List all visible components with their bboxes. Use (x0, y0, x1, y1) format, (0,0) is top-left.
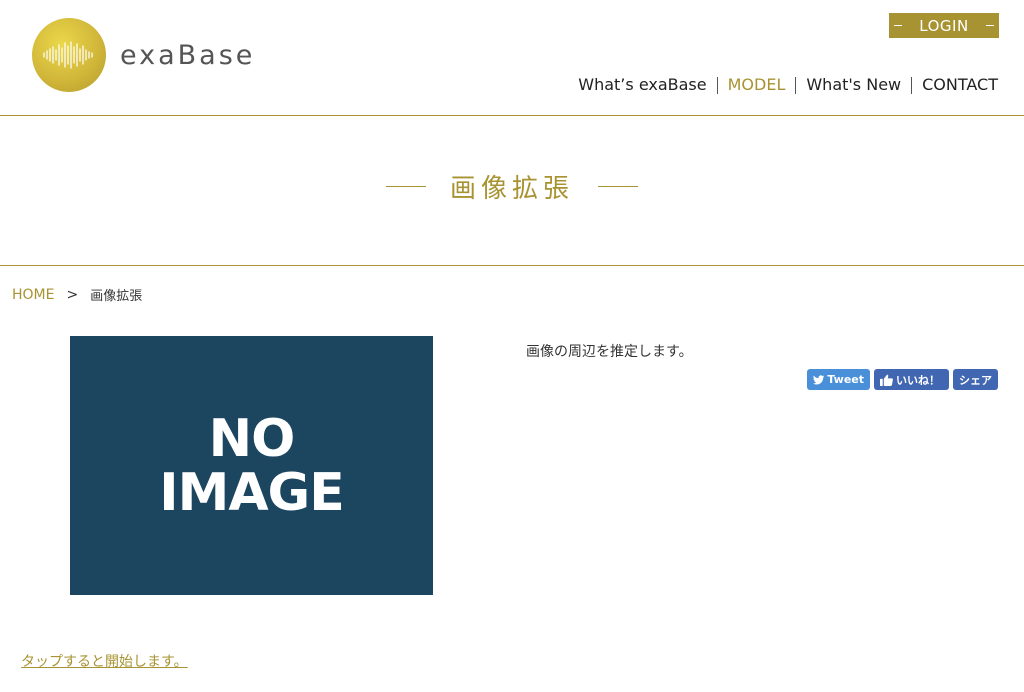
site-logo[interactable]: exaBase (32, 18, 255, 92)
title-decor-line (598, 186, 638, 187)
nav-item-whats-exabase[interactable]: What’s exaBase (568, 76, 716, 94)
breadcrumb-home-link[interactable]: HOME (12, 287, 54, 303)
nav-item-model[interactable]: MODEL (718, 76, 796, 94)
login-label: LOGIN (919, 16, 969, 35)
social-buttons: Tweet いいね！ シェア (807, 369, 998, 390)
thumbs-up-icon (880, 374, 893, 386)
soundwave-logo-icon (32, 18, 106, 92)
main-nav: What’s exaBase MODEL What's New CONTACT (568, 76, 998, 94)
title-decor-line (385, 186, 426, 187)
no-image-text-line1: NO (208, 408, 296, 469)
tweet-label: Tweet (827, 373, 864, 386)
tweet-button[interactable]: Tweet (807, 369, 870, 390)
page-title-band: 画像拡張 (0, 116, 1024, 266)
no-image-placeholder: NO IMAGE (70, 336, 433, 595)
title-wrap: 画像拡張 (0, 168, 1024, 205)
twitter-bird-icon (813, 374, 825, 384)
breadcrumb-current: 画像拡張 (90, 289, 143, 304)
breadcrumb-separator: > (66, 286, 79, 303)
tap-to-start-link[interactable]: タップすると開始します。 (21, 651, 188, 671)
nav-item-contact[interactable]: CONTACT (912, 76, 998, 94)
share-label: シェア (959, 373, 992, 387)
logo-text: exaBase (120, 39, 256, 71)
no-image-text-line2: IMAGE (159, 462, 345, 523)
site-header: exaBase LOGIN What’s exaBase MODEL What'… (0, 0, 1024, 116)
page-title: 画像拡張 (449, 174, 574, 204)
nav-item-whats-new[interactable]: What's New (796, 76, 911, 94)
model-description: 画像の周辺を推定します。 (526, 344, 693, 360)
login-button[interactable]: LOGIN (889, 13, 999, 38)
share-button[interactable]: シェア (953, 369, 998, 390)
like-button[interactable]: いいね！ (874, 369, 949, 390)
breadcrumb: HOME > 画像拡張 (12, 285, 143, 305)
like-label: いいね！ (896, 373, 940, 387)
